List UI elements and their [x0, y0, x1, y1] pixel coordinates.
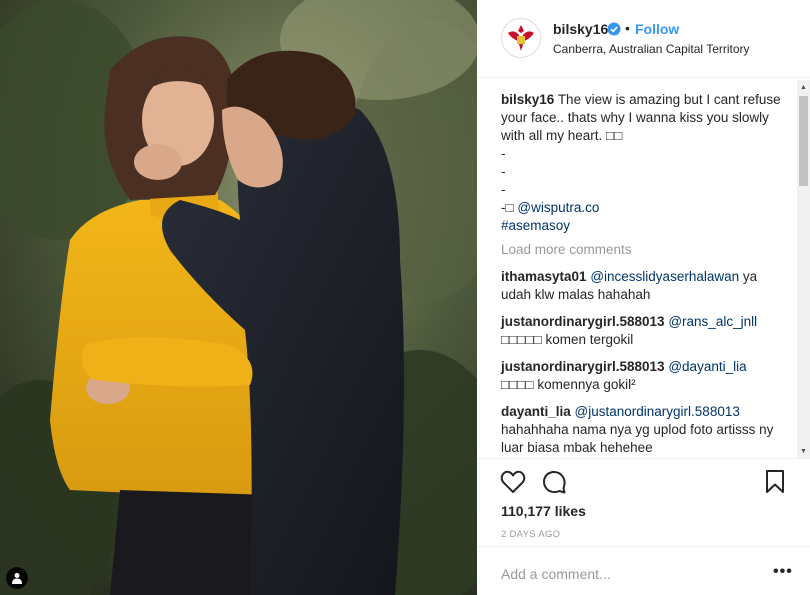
caption-username[interactable]: bilsky16 — [501, 92, 554, 107]
comments-list[interactable]: bilsky16 The view is amazing but I cant … — [477, 79, 797, 459]
post-header: bilsky16 • Follow Canberra, Australian C… — [477, 0, 810, 78]
comment-mention[interactable]: @dayanti_lia — [668, 359, 746, 374]
comments-scrollbar[interactable]: ▲ ▼ — [797, 80, 810, 458]
separator-dot: • — [625, 20, 630, 36]
add-comment-input[interactable]: Add a comment... — [501, 566, 611, 582]
post-username[interactable]: bilsky16 — [553, 21, 608, 37]
comment-item: justanordinarygirl.588013 @rans_alc_jnll… — [501, 313, 777, 349]
post-timestamp[interactable]: 2 DAYS AGO — [501, 529, 560, 540]
avatar[interactable] — [501, 18, 541, 58]
comment-text: □□□□□ komen tergokil — [501, 332, 634, 347]
scrollbar-thumb[interactable] — [799, 96, 808, 186]
comment-username[interactable]: ithamasyta01 — [501, 269, 587, 284]
likes-count[interactable]: 110,177 likes — [501, 503, 586, 519]
post-caption: bilsky16 The view is amazing but I cant … — [501, 91, 781, 235]
post-details-panel: bilsky16 • Follow Canberra, Australian C… — [477, 0, 810, 595]
user-tag-button[interactable] — [6, 567, 28, 589]
load-more-comments-button[interactable]: Load more comments — [501, 241, 797, 259]
comment-bubble-icon[interactable] — [541, 469, 567, 495]
couple-photo-image — [0, 0, 477, 595]
heart-icon[interactable] — [500, 469, 526, 495]
caption-line: - — [501, 146, 506, 161]
comment-mention[interactable]: @incesslidyaserhalawan — [590, 269, 739, 284]
comment-username[interactable]: dayanti_lia — [501, 404, 571, 419]
caption-credit: -□ @wisputra.co — [501, 199, 781, 217]
scroll-up-arrow-icon[interactable]: ▲ — [797, 80, 810, 94]
verified-badge-icon — [607, 22, 621, 36]
comment-text: hahahhaha nama nya yg uplod foto artisss… — [501, 422, 774, 455]
hashtag-link[interactable]: #asemasoy — [501, 217, 781, 235]
comment-item: dayanti_lia @justanordinarygirl.588013 h… — [501, 403, 777, 457]
more-options-button[interactable]: ••• — [773, 564, 793, 580]
comment-username[interactable]: justanordinarygirl.588013 — [501, 359, 665, 374]
user-tag-icon — [12, 573, 22, 584]
follow-button[interactable]: Follow — [635, 21, 679, 37]
location-link[interactable]: Canberra, Australian Capital Territory — [553, 42, 750, 56]
add-comment-section: Add a comment... ••• — [477, 546, 810, 595]
caption-credit-prefix: -□ — [501, 200, 518, 215]
credit-mention-link[interactable]: @wisputra.co — [517, 200, 599, 215]
scroll-down-arrow-icon[interactable]: ▼ — [797, 444, 810, 458]
garuda-emblem-icon — [502, 19, 540, 57]
post-photo[interactable] — [0, 0, 477, 595]
comment-text: □□□□ komennya gokil² — [501, 377, 636, 392]
comment-mention[interactable]: @rans_alc_jnll — [668, 314, 757, 329]
comment-username[interactable]: justanordinarygirl.588013 — [501, 314, 665, 329]
bookmark-icon[interactable] — [763, 469, 787, 495]
post-actions: 110,177 likes 2 DAYS AGO — [477, 458, 810, 546]
caption-line: - — [501, 182, 506, 197]
comment-item: justanordinarygirl.588013 @dayanti_lia □… — [501, 358, 777, 394]
comment-item: ithamasyta01 @incesslidyaserhalawan ya u… — [501, 268, 777, 304]
comment-mention[interactable]: @justanordinarygirl.588013 — [575, 404, 740, 419]
caption-line: - — [501, 164, 506, 179]
